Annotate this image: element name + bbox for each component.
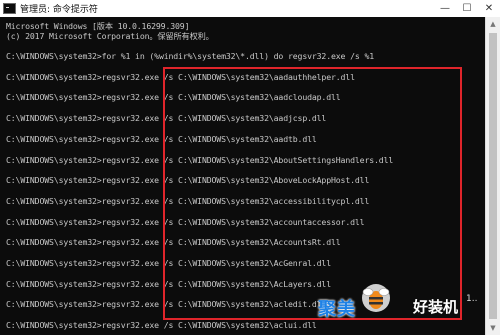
title-bar[interactable]: 管理员: 命令提示符 — ☐ ✕ [0,0,500,18]
scroll-thumb[interactable] [489,33,497,319]
scroll-up-arrow-icon[interactable]: ▲ [486,17,500,31]
watermark-extra: 1.. [466,294,478,304]
window-title: 管理员: 命令提示符 [20,5,98,15]
console-line: C:\WINDOWS\system32>for %1 in (%windir%\… [6,51,375,62]
close-button[interactable]: ✕ [478,0,500,17]
bee-logo-icon [362,284,390,312]
cmd-app-icon [3,3,16,14]
minimize-button[interactable]: — [434,0,456,17]
window-controls: — ☐ ✕ [434,0,500,17]
console-line: C:\WINDOWS\system32>regsvr32.exe /s C:\W… [6,320,317,331]
console-line: (c) 2017 Microsoft Corporation。保留所有权利。 [6,31,214,42]
highlight-annotation-box [163,67,462,320]
maximize-button[interactable]: ☐ [456,0,478,17]
watermark-brand: 聚美 [318,299,356,320]
watermark: 聚美 好装机 1.. [318,284,500,335]
watermark-suffix: 好装机 [413,298,459,316]
